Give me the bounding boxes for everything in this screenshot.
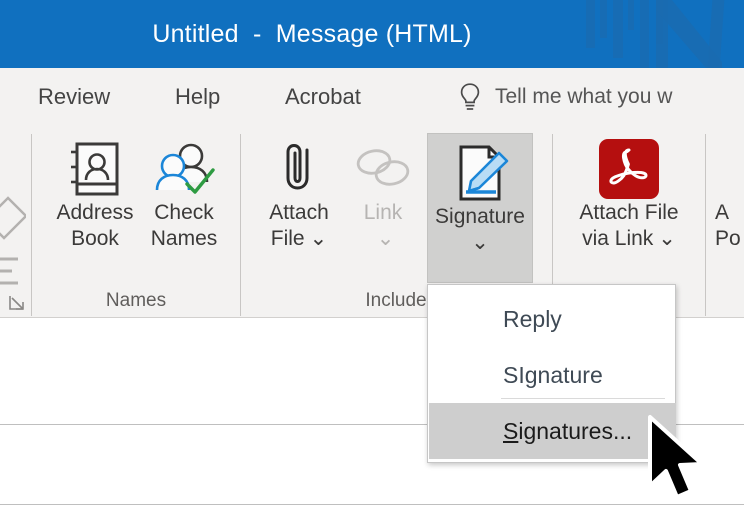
chevron-down-icon[interactable]: ⌄	[658, 226, 676, 252]
attach-file-via-link-label-line2: via Link ⌄	[582, 226, 676, 252]
link-label-line2: ⌄	[372, 226, 395, 252]
check-names-button[interactable]: Check Names	[141, 130, 227, 251]
link-icon	[352, 138, 414, 200]
chevron-down-icon[interactable]: ⌄	[310, 226, 328, 252]
check-names-icon	[153, 138, 215, 200]
adobe-pdf-icon	[596, 138, 662, 200]
address-book-label-line2: Book	[71, 226, 119, 250]
group-separator-1	[240, 134, 241, 316]
menu-item-accelerator: S	[503, 417, 519, 444]
menu-separator	[501, 398, 665, 399]
partial-right-label-line2: Po	[715, 226, 741, 250]
check-names-label-line1: Check	[154, 201, 214, 224]
tab-help[interactable]: Help	[175, 68, 220, 126]
link-label-line1: Link	[363, 201, 403, 224]
signature-button[interactable]: Signature ⌄	[427, 133, 533, 283]
menu-item-signatures-dialog[interactable]: Signatures...	[429, 403, 676, 459]
attach-file-button[interactable]: Attach File ⌄	[256, 130, 342, 251]
paperclip-icon	[279, 138, 319, 200]
ribbon: Review Help Acrobat Tell me what you w A…	[0, 68, 744, 338]
group-separator-0	[31, 134, 32, 316]
tab-review[interactable]: Review	[38, 68, 110, 126]
tell-me-search[interactable]: Tell me what you w	[457, 68, 672, 126]
ribbon-tab-bar: Review Help Acrobat Tell me what you w	[0, 68, 744, 126]
group-separator-3	[705, 134, 706, 316]
body-divider-2	[0, 504, 744, 505]
chevron-down-icon[interactable]: ⌄	[377, 226, 395, 252]
chevron-down-icon[interactable]: ⌄	[471, 230, 489, 256]
partial-right-label-line1: A	[715, 201, 730, 224]
tell-me-label: Tell me what you w	[495, 85, 673, 108]
menu-item-signatures-rest: ignatures...	[518, 417, 633, 444]
mouse-pointer-icon	[648, 415, 704, 499]
tab-acrobat[interactable]: Acrobat	[285, 68, 361, 126]
attach-file-label-line1: Attach	[269, 201, 329, 224]
address-book-button[interactable]: Address Book	[49, 130, 141, 251]
menu-item-signature[interactable]: SIgnature	[429, 347, 676, 403]
address-book-icon	[68, 138, 122, 200]
lightbulb-icon	[457, 82, 483, 112]
address-book-label-line1: Address	[56, 201, 134, 224]
attach-file-via-link-button[interactable]: Attach File via Link ⌄	[564, 130, 694, 251]
signature-icon	[447, 142, 513, 204]
title-bar: Untitled - Message (HTML)	[0, 0, 744, 68]
window-title: Untitled - Message (HTML)	[152, 19, 472, 48]
attach-file-via-link-label-line1: Attach File	[579, 201, 679, 224]
signature-label-line2: ⌄	[471, 230, 489, 256]
group-label-names: Names	[105, 290, 167, 311]
link-button[interactable]: Link ⌄	[344, 130, 422, 251]
outlook-message-window: Untitled - Message (HTML) Review Help Ac…	[0, 0, 744, 508]
signature-label-line1: Signature	[435, 205, 525, 228]
names-dialog-launcher[interactable]	[8, 294, 26, 312]
signature-dropdown-menu: Reply SIgnature Signatures...	[427, 284, 676, 463]
menu-item-reply[interactable]: Reply	[429, 291, 676, 347]
partial-right-button[interactable]: A Po	[715, 130, 744, 251]
attach-file-label-line2: File ⌄	[270, 226, 328, 252]
check-names-label-line2: Names	[150, 226, 218, 250]
